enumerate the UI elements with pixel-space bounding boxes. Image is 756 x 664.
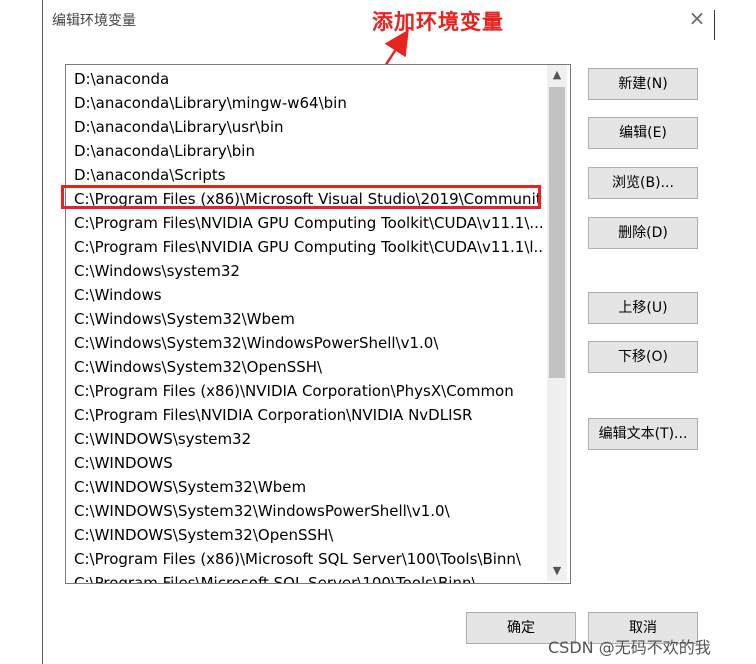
list-item[interactable]: C:\Program Files\NVIDIA Corporation\NVID… — [74, 403, 542, 427]
watermark: CSDN @无码不欢的我 — [548, 638, 711, 657]
list-item[interactable]: C:\WINDOWS\System32\OpenSSH\ — [74, 523, 542, 547]
list-item[interactable]: C:\Program Files\NVIDIA GPU Computing To… — [74, 211, 542, 235]
list-item[interactable]: D:\anaconda\Library\mingw-w64\bin — [74, 91, 542, 115]
list-item[interactable]: C:\Program Files\Microsoft SQL Server\10… — [74, 571, 542, 583]
move-up-button[interactable]: 上移(U) — [588, 292, 698, 324]
list-item[interactable]: C:\Windows\System32\Wbem — [74, 307, 542, 331]
scroll-thumb[interactable] — [549, 87, 565, 378]
list-item[interactable]: C:\Program Files\NVIDIA GPU Computing To… — [74, 235, 542, 259]
list-item[interactable]: C:\WINDOWS\System32\Wbem — [74, 475, 542, 499]
browse-button[interactable]: 浏览(B)... — [588, 167, 698, 199]
edit-button[interactable]: 编辑(E) — [588, 117, 698, 149]
delete-button[interactable]: 删除(D) — [588, 217, 698, 249]
list-item[interactable]: C:\WINDOWS — [74, 451, 542, 475]
scrollbar[interactable]: ▲ ▼ — [547, 65, 567, 581]
list-item[interactable]: D:\anaconda\Scripts — [74, 163, 542, 187]
scroll-down-icon[interactable]: ▼ — [547, 561, 567, 581]
list-item[interactable]: D:\anaconda\Library\usr\bin — [74, 115, 542, 139]
highlight-box — [61, 185, 541, 209]
list-item[interactable]: D:\anaconda\Library\bin — [74, 139, 542, 163]
list-item[interactable]: C:\WINDOWS\system32 — [74, 427, 542, 451]
list-item[interactable]: C:\Windows — [74, 283, 542, 307]
list-item[interactable]: C:\Windows\system32 — [74, 259, 542, 283]
list-item[interactable]: C:\Windows\System32\WindowsPowerShell\v1… — [74, 331, 542, 355]
list-item[interactable]: C:\WINDOWS\System32\WindowsPowerShell\v1… — [74, 499, 542, 523]
list-item[interactable]: C:\Program Files (x86)\Microsoft SQL Ser… — [74, 547, 542, 571]
edit-text-button[interactable]: 编辑文本(T)... — [588, 418, 698, 450]
move-down-button[interactable]: 下移(O) — [588, 341, 698, 373]
scroll-up-icon[interactable]: ▲ — [547, 65, 567, 85]
list-item[interactable]: C:\Windows\System32\OpenSSH\ — [74, 355, 542, 379]
list-item[interactable]: C:\Program Files (x86)\NVIDIA Corporatio… — [74, 379, 542, 403]
list-item[interactable]: D:\anaconda — [74, 67, 542, 91]
path-list[interactable]: D:\anaconda D:\anaconda\Library\mingw-w64… — [65, 64, 571, 584]
new-button[interactable]: 新建(N) — [588, 68, 698, 100]
